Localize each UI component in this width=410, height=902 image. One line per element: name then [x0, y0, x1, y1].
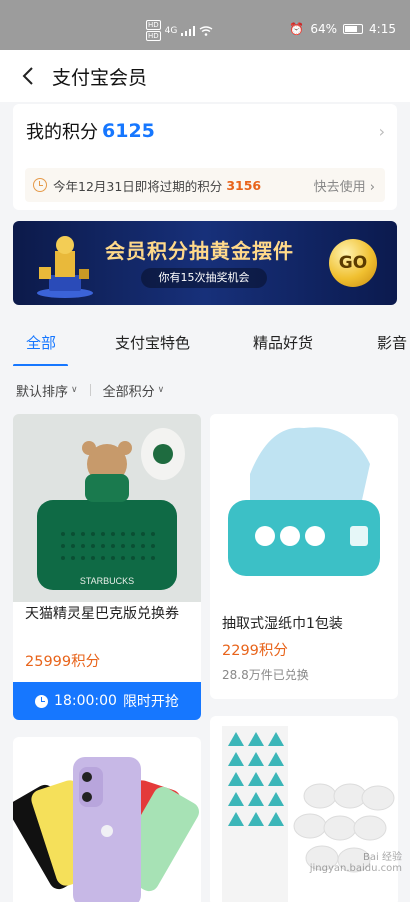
sort-dropdown[interactable]: 默认排序 ∨ — [16, 381, 78, 400]
watermark: Bai 经验 jingyan.baidu.com — [309, 852, 402, 874]
wifi-icon — [199, 25, 213, 36]
redeemed-count: 28.8万件已兑换 — [222, 668, 309, 682]
alarm-clock-icon — [33, 178, 47, 192]
product-price: 2299积分 — [222, 643, 288, 659]
product-price: 25999积分 — [25, 654, 101, 670]
chevron-down-icon: ∨ — [71, 385, 78, 395]
expiring-points-row[interactable]: 今年12月31日即将过期的积分 3156 快去使用 › — [25, 168, 385, 202]
filter-bar: 默认排序 ∨ 全部积分 ∨ — [16, 380, 164, 400]
divider — [89, 384, 91, 396]
chevron-left-icon[interactable] — [18, 66, 38, 86]
go-button[interactable]: GO — [329, 239, 377, 287]
product-name: 天猫精灵星巴克版兑换券 — [25, 606, 179, 622]
clock-icon — [35, 694, 49, 708]
product-image-speaker: STARBUCKS — [13, 414, 201, 602]
points-label: 我的积分 — [26, 122, 98, 143]
banner-title: 会员积分抽黄金摆件 — [105, 239, 294, 263]
my-points-row[interactable]: 我的积分 6125 › — [26, 116, 385, 146]
product-image-wet-wipes — [210, 414, 398, 602]
status-right: ⏰ 64% 4:15 — [289, 22, 396, 36]
clock-time: 4:15 — [369, 22, 396, 36]
points-filter-dropdown[interactable]: 全部积分 ∨ — [103, 381, 165, 400]
hd-icon: HD HD — [146, 20, 161, 41]
product-card-tmall-genie[interactable]: STARBUCKS 天猫精灵星巴克版兑换券 25999积分 18:00:00 限… — [13, 414, 201, 720]
category-tabs: 全部 支付宝特色 精品好货 影音 — [0, 322, 410, 366]
product-card-iphone[interactable] — [13, 737, 201, 902]
expire-value: 3156 — [226, 177, 262, 193]
battery-percent: 64% — [310, 22, 338, 36]
chevron-down-icon: ∨ — [157, 385, 165, 395]
battery-icon — [343, 24, 364, 34]
product-card-wet-wipes[interactable]: 抽取式湿纸巾1包装 2299积分 28.8万件已兑换 — [210, 414, 398, 699]
points-card: 我的积分 6125 › 今年12月31日即将过期的积分 3156 快去使用 › — [13, 104, 397, 210]
lottery-banner[interactable]: 会员积分抽黄金摆件 你有15次抽奖机会 GO — [13, 221, 397, 305]
tab-all[interactable]: 全部 — [26, 332, 56, 353]
points-value: 6125 — [102, 120, 155, 142]
signal-icon — [181, 25, 196, 36]
status-bar: HD HD 4G ⏰ 64% 4:15 — [0, 0, 410, 50]
page-title: 支付宝会员 — [52, 66, 148, 89]
app-header: 支付宝会员 — [0, 50, 410, 102]
network-label: 4G — [164, 25, 178, 36]
flash-label: 限时开抢 — [122, 694, 179, 710]
use-now-link[interactable]: 快去使用 › — [314, 176, 375, 195]
expire-text: 今年12月31日即将过期的积分 — [53, 178, 223, 194]
alarm-icon: ⏰ — [289, 22, 305, 36]
svg-text:STARBUCKS: STARBUCKS — [80, 576, 134, 586]
tab-alipay-special[interactable]: 支付宝特色 — [115, 332, 190, 353]
tab-premium-goods[interactable]: 精品好货 — [253, 332, 313, 353]
tab-media[interactable]: 影音 — [377, 332, 407, 353]
product-name: 抽取式湿纸巾1包装 — [222, 616, 343, 632]
signal-indicators: HD HD 4G — [146, 20, 213, 41]
banner-subtitle: 你有15次抽奖机会 — [141, 268, 267, 288]
flash-time: 18:00:00 — [54, 693, 117, 709]
gold-trophy-icon — [37, 236, 93, 298]
product-image-iphone — [13, 757, 199, 902]
chevron-right-icon: › — [378, 121, 385, 141]
tab-active-indicator — [13, 364, 68, 366]
flash-sale-button[interactable]: 18:00:00 限时开抢 — [13, 682, 201, 720]
